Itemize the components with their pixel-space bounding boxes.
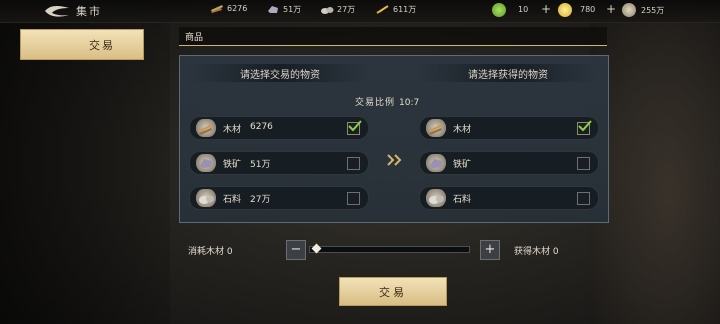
get-wood-checkbox[interactable] [577, 120, 592, 135]
trade-ratio-label: 交易比例 [355, 98, 396, 108]
give-item-stone[interactable]: 石料 27万 [189, 186, 369, 210]
give-item-label: 木材 [223, 125, 242, 135]
copper-coin-icon [622, 3, 636, 17]
give-item-amount: 6276 [250, 122, 273, 132]
get-item-label: 木材 [453, 125, 472, 135]
copper-coin-value: 255万 [641, 6, 665, 15]
tab-trade-label: 交易 [89, 39, 115, 52]
resource-grain: 611万 [376, 4, 416, 15]
left-column-header-label: 请选择交易的物资 [240, 70, 320, 81]
right-column-header: 请选择获得的物资 [418, 64, 598, 82]
obtain-amount: 获得木材 0 [514, 247, 559, 257]
iron-ore-icon [268, 6, 278, 13]
grain-icon [376, 5, 389, 14]
get-item-label: 石料 [453, 195, 472, 205]
give-item-label: 铁矿 [223, 160, 242, 170]
give-item-iron[interactable]: 铁矿 51万 [189, 151, 369, 175]
resource-grain-value: 611万 [393, 5, 417, 14]
get-iron-checkbox[interactable] [577, 157, 590, 170]
consume-amount: 消耗木材 0 [188, 247, 233, 257]
right-column-header-label: 请选择获得的物资 [468, 70, 548, 81]
trade-ratio: 交易比例 10:7 [355, 95, 419, 108]
increase-button[interactable]: + [480, 240, 500, 260]
stone-icon [195, 189, 217, 207]
give-wood-checkbox[interactable] [347, 120, 362, 135]
give-iron-checkbox[interactable] [347, 157, 360, 170]
jade-coin-icon [492, 3, 506, 17]
resource-stone: 27万 [320, 4, 355, 15]
top-bar: 集市 6276 51万 27万 611万 10 + 780 + 255万 [0, 0, 720, 23]
give-item-wood[interactable]: 木材 6276 [189, 116, 369, 140]
get-item-wood[interactable]: 木材 [419, 116, 599, 140]
double-chevron-right-icon [387, 154, 402, 166]
wood-icon [425, 119, 447, 137]
get-item-stone[interactable]: 石料 [419, 186, 599, 210]
goods-header-label: 商品 [185, 33, 204, 43]
wood-icon [211, 5, 223, 13]
iron-ore-icon [425, 154, 447, 172]
stone-icon [321, 7, 334, 14]
resource-stone-value: 27万 [337, 5, 356, 14]
page-title: 集市 [76, 5, 102, 18]
wood-icon [195, 119, 217, 137]
trade-button-label: 交易 [379, 286, 407, 299]
give-item-label: 石料 [223, 195, 242, 205]
trade-ratio-value: 10:7 [399, 98, 420, 108]
get-stone-checkbox[interactable] [577, 192, 590, 205]
give-item-amount: 51万 [250, 160, 271, 170]
back-arrow-icon[interactable] [44, 4, 70, 18]
stone-icon [425, 189, 447, 207]
iron-ore-icon [195, 154, 217, 172]
resource-wood-value: 6276 [227, 4, 248, 13]
get-item-label: 铁矿 [453, 160, 472, 170]
resource-iron-value: 51万 [283, 5, 302, 14]
add-gold-button[interactable]: + [606, 2, 616, 16]
decrease-button[interactable]: − [286, 240, 306, 260]
jade-coin-value: 10 [518, 5, 529, 14]
background-right [590, 0, 720, 324]
tab-trade[interactable]: 交易 [20, 29, 144, 60]
gold-coin-value: 780 [580, 5, 596, 14]
resource-wood: 6276 [210, 4, 247, 13]
give-item-amount: 27万 [250, 195, 271, 205]
trade-button[interactable]: 交易 [339, 277, 447, 306]
quantity-slider-track[interactable] [309, 246, 470, 253]
give-stone-checkbox[interactable] [347, 192, 360, 205]
resource-iron: 51万 [266, 4, 301, 15]
gold-coin-icon [558, 3, 572, 17]
goods-header: 商品 [179, 27, 607, 46]
get-item-iron[interactable]: 铁矿 [419, 151, 599, 175]
left-column-header: 请选择交易的物资 [190, 64, 370, 82]
add-jade-button[interactable]: + [541, 2, 551, 16]
